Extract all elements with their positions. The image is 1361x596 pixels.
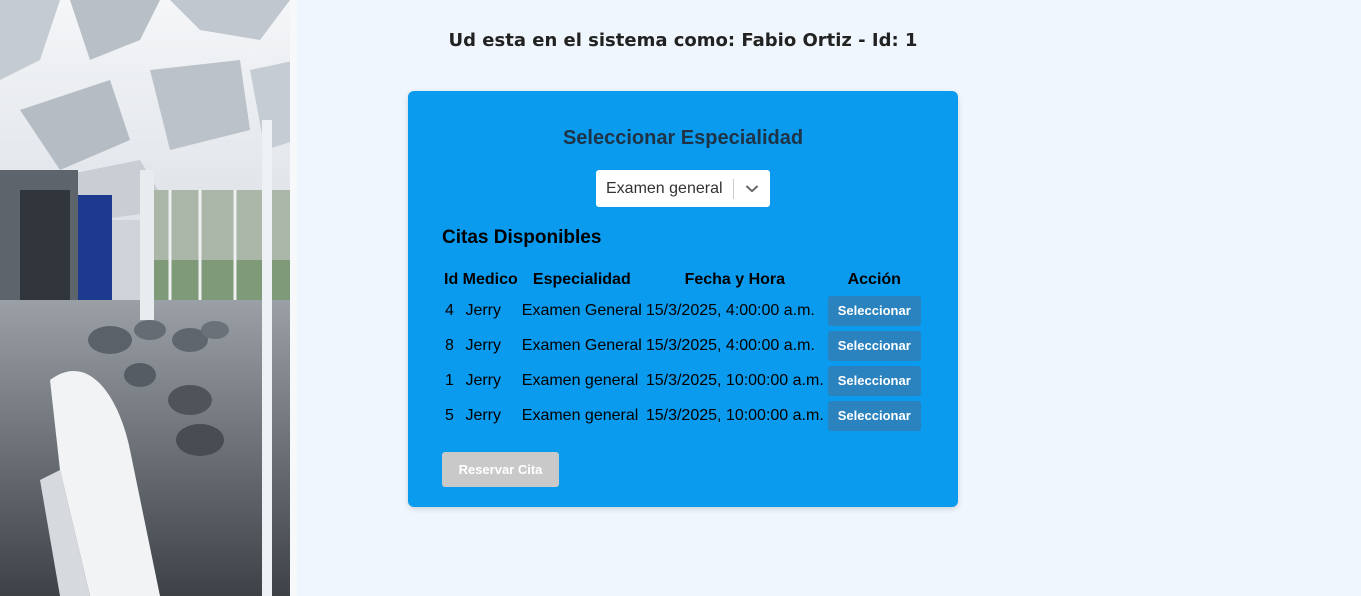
table-row: 5 Jerry Examen general 15/3/2025, 10:00:… [442, 398, 923, 433]
action-cell: Seleccionar [826, 398, 923, 433]
chevron-down-icon[interactable] [734, 170, 770, 207]
doctor-name: Jerry [465, 336, 502, 354]
doctor-id: 5 [445, 406, 454, 424]
select-appointment-button[interactable]: Seleccionar [827, 295, 921, 326]
action-cell: Seleccionar [826, 363, 923, 398]
action-cell: Seleccionar [826, 328, 923, 363]
column-header-specialty: Especialidad [532, 271, 631, 288]
lobby-image [0, 0, 297, 596]
specialty-cell: Examen general [521, 371, 639, 389]
appointments-table: Id Medico Especialidad Fecha y Hora Acci… [442, 267, 923, 433]
specialty-cell: Examen general [521, 406, 639, 424]
column-header-action: Acción [847, 271, 901, 288]
appointments-title: Citas Disponibles [442, 227, 602, 248]
doctor-cell: 4 Jerry [442, 293, 520, 328]
select-appointment-button[interactable]: Seleccionar [827, 400, 921, 431]
select-appointment-button[interactable]: Seleccionar [827, 330, 921, 361]
appointment-card: Seleccionar Especialidad Examen general … [408, 91, 958, 507]
doctor-id: 4 [445, 301, 454, 319]
doctor-name: Jerry [465, 406, 502, 424]
specialty-cell: Examen General [521, 336, 642, 354]
doctor-name: Jerry [465, 371, 502, 389]
datetime-cell: 15/3/2025, 10:00:00 a.m. [645, 371, 824, 389]
column-header-datetime: Fecha y Hora [684, 271, 786, 288]
logged-user-text: Ud esta en el sistema como: Fabio Ortiz … [448, 30, 918, 51]
page: Ud esta en el sistema como: Fabio Ortiz … [0, 0, 1361, 596]
datetime-cell: 15/3/2025, 4:00:00 a.m. [645, 336, 815, 354]
doctor-id: 8 [445, 336, 454, 354]
table-row: 4 Jerry Examen General 15/3/2025, 4:00:0… [442, 293, 923, 328]
doctor-cell: 1 Jerry [442, 363, 520, 398]
specialty-select[interactable]: Examen general [596, 170, 770, 207]
doctor-cell: 5 Jerry [442, 398, 520, 433]
doctor-id: 1 [445, 371, 454, 389]
datetime-cell: 15/3/2025, 10:00:00 a.m. [645, 406, 824, 424]
doctor-cell: 8 Jerry [442, 328, 520, 363]
doctor-name: Jerry [465, 301, 502, 319]
table-header-row: Id Medico Especialidad Fecha y Hora Acci… [442, 267, 923, 293]
datetime-cell: 15/3/2025, 4:00:00 a.m. [645, 301, 815, 319]
specialty-cell: Examen General [521, 301, 642, 319]
column-header-doctor-id: Id Medico [444, 271, 518, 288]
specialty-select-value: Examen general [606, 179, 723, 197]
action-cell: Seleccionar [826, 293, 923, 328]
card-title: Seleccionar Especialidad [562, 127, 804, 149]
table-row: 8 Jerry Examen General 15/3/2025, 4:00:0… [442, 328, 923, 363]
table-row: 1 Jerry Examen general 15/3/2025, 10:00:… [442, 363, 923, 398]
reserve-appointment-button[interactable]: Reservar Cita [442, 452, 559, 487]
select-appointment-button[interactable]: Seleccionar [827, 365, 921, 396]
